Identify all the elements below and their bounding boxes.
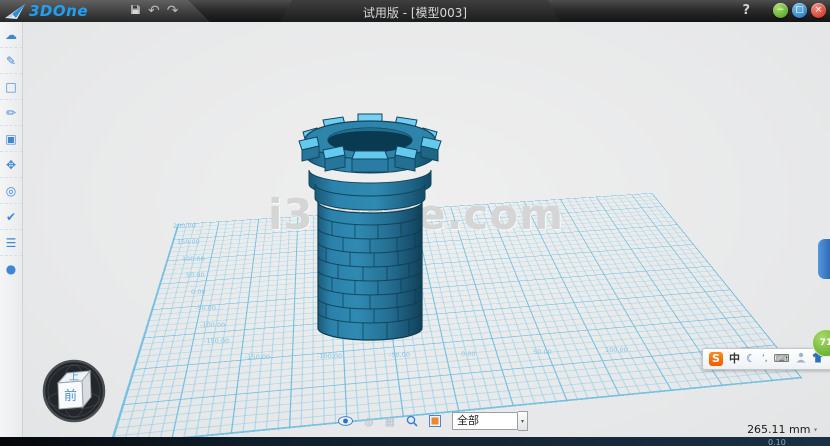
view-cube-front-label: 前 (64, 388, 77, 404)
assembly-icon: ◎ (6, 184, 16, 198)
ime-cn-en-toggle[interactable]: 中 (729, 353, 740, 365)
close-button[interactable]: × (811, 3, 826, 18)
sogou-ime-bar: S 中 ☾ ’, ⌨ (702, 348, 830, 370)
component-button[interactable]: ▦ (385, 415, 395, 428)
search-button[interactable] (406, 415, 418, 427)
grid-label: 50.00 (186, 271, 205, 279)
ime-soft-keyboard[interactable]: ⌨ (774, 353, 790, 365)
grid-label: -100.00 (317, 352, 342, 360)
grid-label: 100.00 (182, 255, 205, 263)
history-icon: ◍ (364, 415, 374, 428)
material-swatch-icon (429, 415, 441, 427)
sidebar-item-render-material[interactable]: ● (0, 256, 22, 281)
ime-user-button[interactable] (796, 352, 806, 366)
clipped-status-value: 0.10 (768, 438, 786, 446)
close-icon: × (815, 6, 823, 15)
history-button[interactable]: ◍ (364, 415, 374, 428)
grid-label: -100.00 (200, 321, 225, 329)
filter-dropdown[interactable]: 全部 ▾ (452, 411, 528, 431)
sidebar-item-list-manager[interactable]: ☰ (0, 230, 22, 256)
grid-label: 0.00 (461, 350, 475, 358)
filter-dropdown-arrow: ▾ (518, 411, 528, 431)
sketch-icon: ✎ (6, 54, 16, 68)
grid-label: 0.00 (191, 288, 205, 296)
view-cube[interactable]: 上 前 (41, 358, 107, 424)
auto-check-icon: ✔ (6, 210, 16, 224)
sketch-edit-icon: ✏ (6, 106, 16, 120)
sidebar-item-solid-primitives[interactable]: ☁ (0, 22, 22, 48)
magnifier-icon (406, 415, 418, 427)
document-title: 试用版 - [模型003] (0, 4, 830, 21)
minimize-button[interactable]: − (773, 3, 788, 18)
app-window: 3DOne ↶ ↷ 试用版 - [模型003] ? − □ × ☁ ✎ □ ✏ (0, 0, 830, 446)
person-icon (796, 352, 806, 363)
special-features-icon: ▣ (5, 132, 16, 146)
sidebar-item-sketch[interactable]: ✎ (0, 48, 22, 74)
bottom-edge-strip (0, 437, 830, 446)
grid-label: -150.00 (245, 353, 270, 361)
sidebar-item-auto-check[interactable]: ✔ (0, 204, 22, 230)
restore-icon: □ (795, 6, 804, 15)
viewport-canvas[interactable]: 200.00 150.00 100.00 50.00 0.00 -50.00 -… (22, 22, 830, 437)
grid-label: 150.00 (177, 238, 200, 246)
material-button[interactable] (429, 415, 441, 427)
measurement-selector[interactable]: 265.11 mm ▾ (747, 423, 817, 436)
solid-primitives-icon: ☁ (5, 28, 17, 42)
sidebar-item-special-features[interactable]: ▣ (0, 126, 22, 152)
measurement-dropdown-icon: ▾ (814, 427, 817, 434)
tool-sidebar: ☁ ✎ □ ✏ ▣ ✥ ◎ ✔ ☰ ● (0, 22, 23, 437)
filter-value: 全部 (452, 412, 518, 430)
grid-label: 50.00 (533, 348, 552, 356)
sogou-logo[interactable]: S (709, 352, 723, 366)
ime-night-mode[interactable]: ☾ (746, 353, 756, 365)
titlebar: 3DOne ↶ ↷ 试用版 - [模型003] ? − □ × (0, 0, 830, 22)
view-cube-top-label: 上 (69, 371, 79, 383)
restore-button[interactable]: □ (792, 3, 807, 18)
measurement-value: 265.11 mm (747, 423, 810, 436)
eye-icon (338, 416, 353, 426)
grid-label: -150.00 (204, 337, 229, 345)
sidebar-item-move-transform[interactable]: ✥ (0, 152, 22, 178)
minimize-icon: − (777, 6, 785, 15)
grid-label: -50.00 (195, 304, 216, 312)
window-controls: − □ × (773, 3, 826, 18)
help-button[interactable]: ? (742, 3, 750, 18)
component-icon: ▦ (385, 415, 395, 428)
grid-label: -50.00 (389, 351, 410, 359)
sidebar-item-sketch-edit[interactable]: ✏ (0, 100, 22, 126)
show-hide-button[interactable] (338, 416, 353, 426)
ime-punctuation[interactable]: ’, (762, 353, 768, 365)
display-toolbar: ◍ ▦ 全部 ▾ (338, 411, 528, 431)
surface-icon: □ (5, 80, 16, 94)
tower-body (318, 202, 422, 340)
slide-panel-handle[interactable] (818, 239, 830, 279)
list-manager-icon: ☰ (6, 236, 17, 250)
sidebar-item-assembly[interactable]: ◎ (0, 178, 22, 204)
grid-label: 200.00 (173, 222, 196, 230)
render-material-icon: ● (6, 262, 16, 276)
sidebar-item-surface[interactable]: □ (0, 74, 22, 100)
tower-model[interactable] (295, 104, 445, 349)
move-transform-icon: ✥ (6, 158, 16, 172)
grid-label: 100.00 (605, 346, 628, 354)
